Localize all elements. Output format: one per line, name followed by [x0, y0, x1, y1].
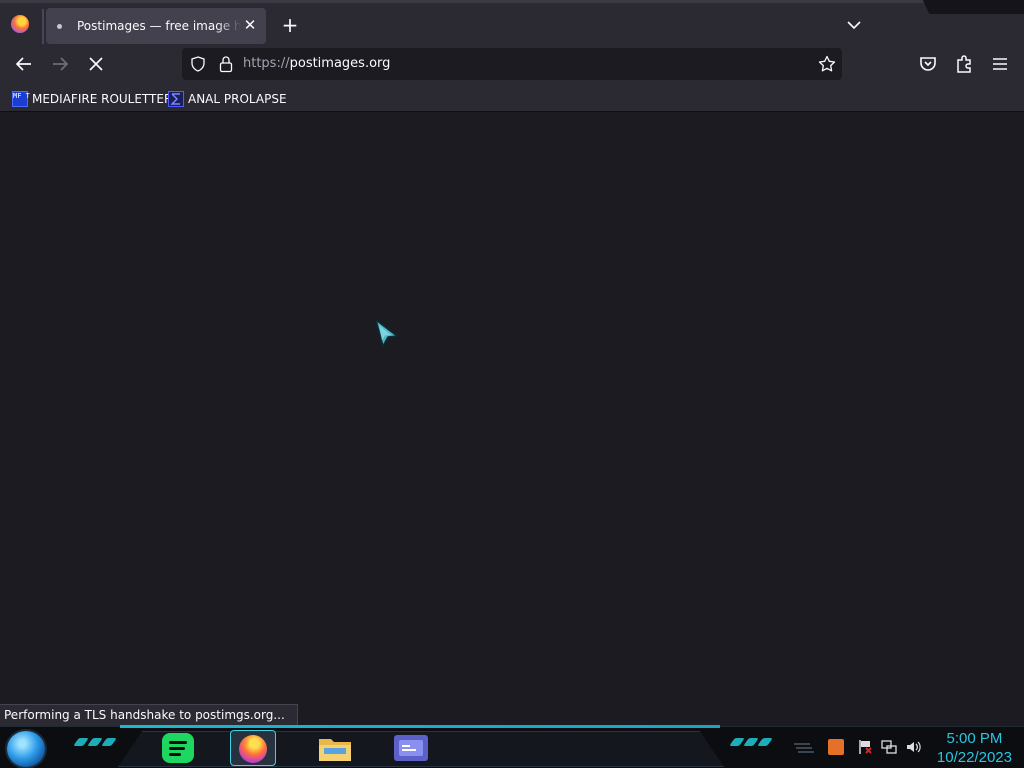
start-orb-icon[interactable]: [7, 731, 45, 767]
navigation-toolbar: https://postimages.org: [0, 44, 1024, 85]
window-frame-decoration: [922, 0, 1024, 14]
clock-time: 5:00 PM: [946, 730, 1003, 747]
back-icon[interactable]: [12, 52, 36, 76]
taskbar-decoration-right: [729, 738, 773, 748]
status-panel: Performing a TLS handshake to postimgs.o…: [0, 704, 298, 726]
file-explorer-icon[interactable]: [318, 735, 352, 763]
taskbar-accent-strip: [120, 725, 720, 728]
lock-icon[interactable]: [218, 55, 234, 73]
tab-postimages[interactable]: Postimages — free image hosting / image …: [46, 8, 266, 44]
url-scheme: https://: [243, 56, 290, 71]
bookmarks-toolbar: MF T MEDIAFIRE ROULETTER ANAL PROLAPSE: [0, 85, 1024, 112]
forward-icon[interactable]: [48, 52, 72, 76]
app-window-icon[interactable]: [394, 735, 428, 761]
firefox-taskbar-button[interactable]: [230, 730, 276, 766]
clock-date: 10/22/2023: [936, 749, 1012, 766]
tray-decoration-icon: [794, 743, 814, 753]
sigma-bookmark-icon: [168, 91, 184, 107]
stop-icon[interactable]: [84, 52, 108, 76]
taskbar: 5:00 PM 10/22/2023: [0, 725, 1024, 768]
address-bar[interactable]: https://postimages.org: [182, 48, 842, 80]
card-glyph-icon: [399, 740, 423, 756]
spotify-icon[interactable]: [162, 733, 194, 763]
volume-icon[interactable]: [905, 739, 921, 755]
shield-icon[interactable]: [190, 56, 206, 72]
page-content-area[interactable]: [0, 113, 1024, 725]
tab-close-button[interactable]: ✕: [242, 17, 258, 33]
tab-title: Postimages — free image hosting / image …: [77, 19, 241, 33]
star-icon[interactable]: [818, 55, 836, 73]
bookmark-label: ANAL PROLAPSE: [188, 92, 287, 106]
tray-app-icon[interactable]: [828, 739, 844, 755]
url-host: postimages.org: [289, 56, 391, 71]
tab-favicon-icon: [57, 23, 62, 29]
taskbar-decoration-left: [73, 738, 117, 748]
bookmark-anal-prolapse[interactable]: ANAL PROLAPSE: [168, 90, 287, 108]
list-all-tabs-icon[interactable]: [844, 15, 864, 35]
firefox-icon: [239, 735, 267, 763]
taskbar-clock[interactable]: 5:00 PM 10/22/2023: [937, 729, 1012, 767]
pocket-icon[interactable]: [916, 52, 940, 76]
action-center-flag-icon[interactable]: [857, 739, 873, 755]
mediafire-bookmark-icon: MF T: [12, 91, 30, 107]
mouse-cursor-icon: [375, 319, 398, 347]
firefox-icon[interactable]: [11, 15, 29, 33]
new-tab-button[interactable]: +: [280, 15, 300, 35]
bookmark-label: MEDIAFIRE ROULETTER: [32, 92, 173, 106]
tab-separator: [42, 9, 44, 45]
network-icon[interactable]: [881, 739, 897, 755]
menu-icon[interactable]: [988, 52, 1012, 76]
url-text[interactable]: https://postimages.org: [243, 56, 390, 71]
tab-strip: Postimages — free image hosting / image …: [0, 0, 1024, 45]
extensions-icon[interactable]: [952, 52, 976, 76]
bookmark-mediafire-rouletter[interactable]: MF T MEDIAFIRE ROULETTER: [12, 90, 172, 108]
